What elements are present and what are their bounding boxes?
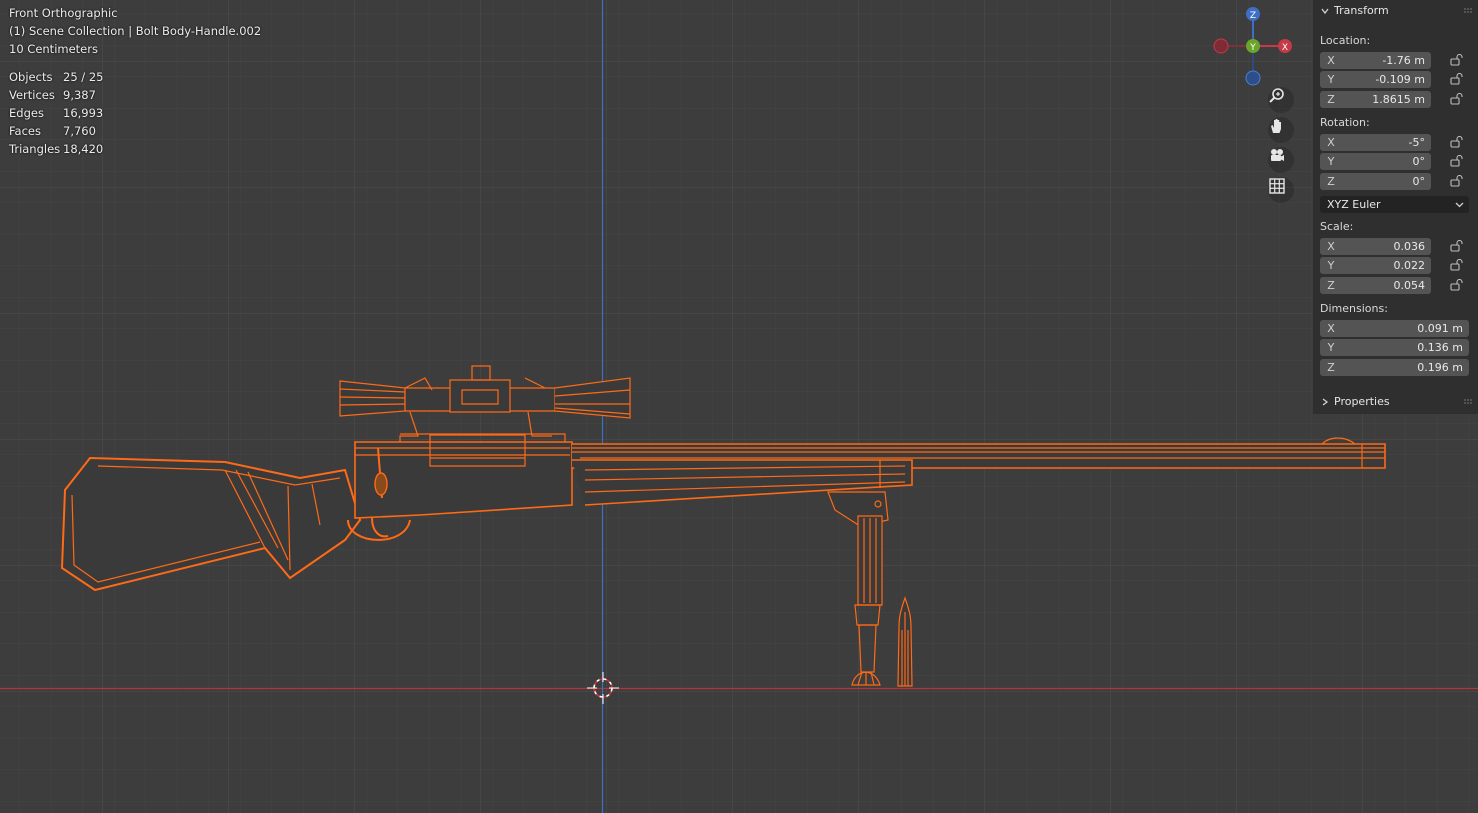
stat-row: Edges 16,993: [9, 106, 104, 120]
zoom-icon: [1269, 88, 1284, 103]
gizmo-neg-x[interactable]: [1213, 38, 1229, 54]
dimension-z-field[interactable]: Z 0.196 m: [1320, 359, 1469, 376]
gizmo-neg-z[interactable]: [1245, 70, 1261, 86]
location-z-field[interactable]: Z 1.8615 m: [1320, 91, 1431, 108]
ortho-toggle-button[interactable]: [1268, 177, 1294, 203]
transform-panel-header[interactable]: Transform: [1321, 4, 1389, 17]
zoom-button[interactable]: [1268, 87, 1294, 113]
lock-open-icon[interactable]: [1450, 175, 1463, 187]
location-y-field[interactable]: Y -0.109 m: [1320, 71, 1431, 88]
scale-z-field[interactable]: Z 0.054: [1320, 277, 1431, 294]
scene-statistics: Objects 25 / 25 Vertices 9,387 Edges 16,993…: [9, 68, 103, 158]
dimensions-label: Dimensions:: [1320, 302, 1388, 315]
rotation-z-field[interactable]: Z 0°: [1320, 173, 1431, 190]
dimension-y-field[interactable]: Y 0.136 m: [1320, 339, 1469, 356]
rotation-x-field[interactable]: X -5°: [1320, 134, 1431, 151]
chevron-down-icon: [1321, 8, 1329, 14]
collection-line: (1) Scene Collection | Bolt Body-Handle.…: [9, 24, 262, 38]
scale-label: 10 Centimeters: [9, 42, 98, 56]
chevron-down-icon: [1455, 202, 1464, 208]
drag-handle-icon[interactable]: [1464, 399, 1474, 405]
rotation-y-field[interactable]: Y 0°: [1320, 153, 1431, 170]
viewport-canvas[interactable]: Z X Y: [0, 0, 1478, 813]
pan-hand-icon: [1271, 119, 1281, 133]
gizmo-y-label: Y: [1249, 43, 1256, 53]
lock-open-icon[interactable]: [1450, 279, 1463, 291]
lock-open-icon[interactable]: [1450, 93, 1463, 105]
drag-handle-icon[interactable]: [1464, 8, 1474, 14]
camera-icon: [1271, 149, 1284, 161]
rotation-label: Rotation:: [1320, 116, 1370, 129]
properties-panel-header[interactable]: Properties: [1321, 395, 1390, 408]
stat-row: Triangles 18,420: [9, 142, 104, 156]
lock-open-icon[interactable]: [1450, 54, 1463, 66]
gizmo-z-label: Z: [1250, 11, 1256, 21]
dimension-x-field[interactable]: X 0.091 m: [1320, 320, 1469, 337]
lock-open-icon[interactable]: [1450, 240, 1463, 252]
stat-row: Objects 25 / 25: [9, 70, 104, 84]
lock-open-icon[interactable]: [1450, 155, 1463, 167]
properties-header-label: Properties: [1334, 395, 1390, 408]
rotation-mode-value: XYZ Euler: [1327, 198, 1381, 211]
chevron-right-icon: [1322, 397, 1329, 406]
scale-label: Scale:: [1320, 220, 1354, 233]
lock-open-icon[interactable]: [1450, 73, 1463, 85]
scale-y-field[interactable]: Y 0.022: [1320, 257, 1431, 274]
grid-major: [0, 0, 1478, 813]
camera-view-button[interactable]: [1268, 147, 1294, 173]
gizmo-x-label: X: [1282, 43, 1288, 53]
grid-icon: [1269, 178, 1285, 194]
scale-x-field[interactable]: X 0.036: [1320, 238, 1431, 255]
stat-row: Vertices 9,387: [9, 88, 96, 102]
sidebar-n-panel[interactable]: Transform Location: X -1.76 m Y -0.109 m Z…: [1313, 0, 1478, 414]
lock-open-icon[interactable]: [1450, 259, 1463, 271]
transform-header-label: Transform: [1334, 4, 1389, 17]
location-label: Location:: [1320, 34, 1371, 47]
stat-row: Faces 7,760: [9, 124, 96, 138]
viewport-info: Front Orthographic (1) Scene Collection …: [9, 4, 261, 58]
lock-open-icon[interactable]: [1450, 136, 1463, 148]
rotation-mode-select[interactable]: XYZ Euler: [1320, 196, 1469, 213]
view-name: Front Orthographic: [9, 6, 118, 20]
3d-viewport[interactable]: Z X Y Front Orthographic (1) Scene Colle…: [0, 0, 1478, 813]
location-x-field[interactable]: X -1.76 m: [1320, 52, 1431, 69]
pan-button[interactable]: [1268, 117, 1294, 143]
bolt-handle: [374, 472, 388, 496]
